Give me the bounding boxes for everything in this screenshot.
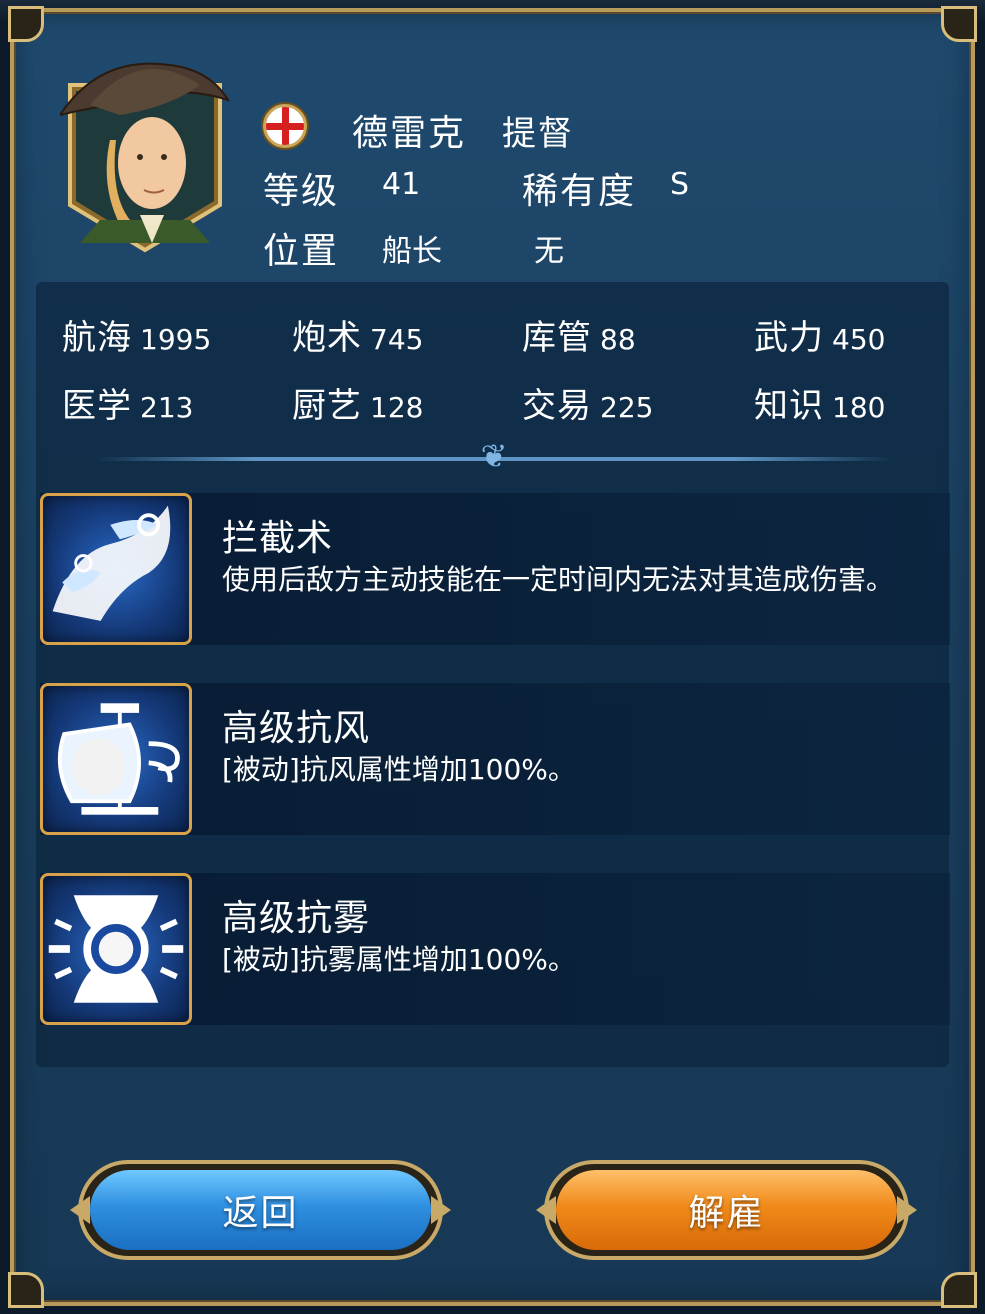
skill-description: [被动]抗风属性增加100%。 (222, 753, 576, 786)
officer-portrait (57, 45, 231, 255)
skill-row[interactable]: 高级抗风 [被动]抗风属性增加100%。 (40, 683, 950, 835)
frame-corner (8, 6, 44, 42)
skill-row[interactable]: 拦截术 使用后敌方主动技能在一定时间内无法对其造成伤害。 (40, 493, 950, 645)
stat-force: 武力 450 (754, 318, 886, 358)
stat-navigation: 航海 1995 (62, 318, 212, 358)
wave-icon (40, 493, 192, 645)
skill-description: [被动]抗雾属性增加100%。 (222, 943, 576, 976)
stat-storage: 库管 88 (522, 318, 636, 358)
position-extra: 无 (534, 234, 564, 269)
rarity-value: S (670, 167, 690, 202)
officer-name: 德雷克 (352, 113, 467, 154)
back-button-label: 返回 (222, 1193, 299, 1234)
skill-name: 高级抗风 (222, 708, 371, 749)
divider-ornament-icon: ❦ (480, 437, 508, 475)
skill-name: 拦截术 (222, 518, 334, 559)
england-flag-icon (263, 104, 307, 148)
stat-trade: 交易 225 (522, 386, 654, 426)
level-label: 等级 (263, 171, 340, 212)
skill-name: 高级抗雾 (222, 898, 371, 939)
level-value: 41 (382, 167, 421, 202)
dismiss-button-label: 解雇 (688, 1193, 765, 1234)
frame-corner (8, 1272, 44, 1308)
skill-row[interactable]: 高级抗雾 [被动]抗雾属性增加100%。 (40, 873, 950, 1025)
position-label: 位置 (263, 231, 340, 272)
stat-medicine: 医学 213 (62, 386, 194, 426)
stat-knowledge: 知识 180 (754, 386, 886, 426)
dismiss-button[interactable]: 解雇 (536, 1160, 917, 1260)
skill-description: 使用后敌方主动技能在一定时间内无法对其造成伤害。 (222, 563, 895, 596)
stat-cooking: 厨艺 128 (292, 386, 424, 426)
stat-gunnery: 炮术 745 (292, 318, 424, 358)
frame-corner (941, 6, 977, 42)
officer-title: 提督 (502, 114, 574, 154)
frame-corner (941, 1272, 977, 1308)
fog-ring-icon (40, 873, 192, 1025)
ship-wind-icon (40, 683, 192, 835)
rarity-label: 稀有度 (522, 171, 637, 212)
position-value: 船长 (382, 234, 442, 269)
back-button[interactable]: 返回 (70, 1160, 451, 1260)
